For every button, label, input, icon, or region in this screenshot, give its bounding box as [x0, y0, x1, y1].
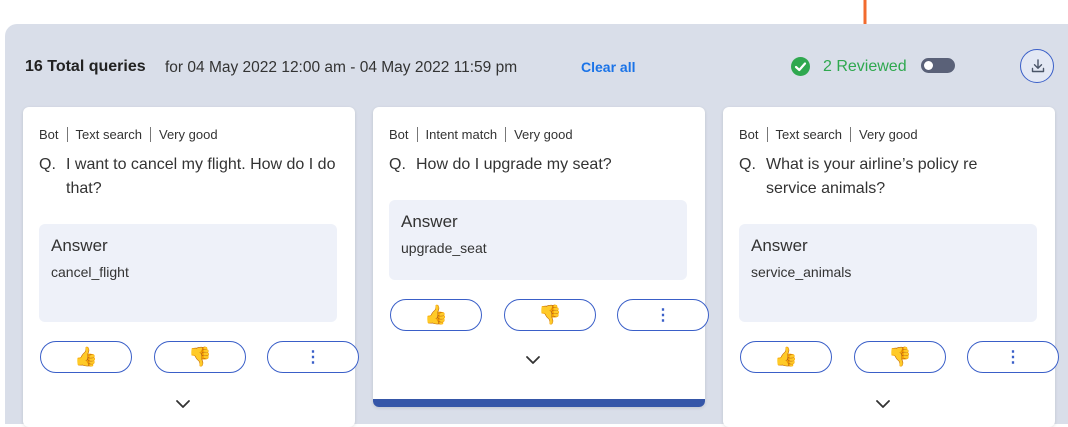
thumbs-down-button[interactable]: 👎: [854, 341, 946, 373]
rating-tag: Very good: [159, 127, 218, 142]
more-options-button[interactable]: ⋮: [967, 341, 1059, 373]
divider: [66, 127, 68, 142]
divider: [505, 127, 507, 142]
card-meta: Bot Text search Very good: [739, 127, 918, 142]
divider: [850, 127, 851, 142]
card-meta: Bot Text search Very good: [39, 127, 218, 142]
divider: [150, 127, 151, 142]
reviewed-toggle[interactable]: [921, 58, 955, 73]
divider: [416, 127, 418, 142]
download-icon: [1031, 59, 1045, 73]
clear-all-link[interactable]: Clear all: [581, 59, 635, 75]
answer-value: upgrade_seat: [401, 240, 487, 256]
match-tag: Intent match: [425, 127, 498, 142]
date-range: for 04 May 2022 12:00 am - 04 May 2022 1…: [165, 59, 518, 76]
more-options-button[interactable]: ⋮: [267, 341, 359, 373]
question-prefix: Q.: [39, 156, 56, 173]
question-text: I want to cancel my flight. How do I do …: [66, 156, 336, 197]
source-tag: Bot: [39, 127, 59, 142]
toggle-knob: [924, 61, 933, 70]
question-prefix: Q.: [389, 156, 406, 173]
question-prefix: Q.: [739, 156, 756, 173]
download-button[interactable]: [1020, 49, 1054, 83]
question: Q. How do I upgrade my seat?: [389, 153, 689, 177]
total-queries: 16 Total queries: [25, 58, 146, 75]
thumbs-up-button[interactable]: 👍: [740, 341, 832, 373]
answer-title: Answer: [401, 212, 458, 231]
card-meta: Bot Intent match Very good: [389, 127, 573, 142]
match-tag: Text search: [75, 127, 142, 142]
answer-box: Answer cancel_flight: [39, 224, 337, 322]
thumbs-down-button[interactable]: 👎: [504, 299, 596, 331]
panel-header: 16 Total queries for 04 May 2022 12:00 a…: [5, 24, 1068, 108]
rating-tag: Very good: [514, 127, 573, 142]
question-text: What is your airline’s policy re service…: [766, 156, 978, 197]
match-tag: Text search: [775, 127, 842, 142]
source-tag: Bot: [389, 127, 409, 142]
reviewed-count: 2 Reviewed: [823, 58, 907, 75]
thumbs-down-button[interactable]: 👎: [154, 341, 246, 373]
query-card[interactable]: Bot Text search Very good Q. What is your …: [723, 107, 1059, 427]
thumbs-up-icon: 👍: [74, 347, 98, 368]
query-card[interactable]: Bot Text search Very good Q. I want to can…: [23, 107, 359, 427]
more-vertical-icon: ⋮: [655, 307, 671, 324]
question: Q. I want to cancel my flight. How do I …: [39, 153, 339, 201]
selected-indicator-bar: [373, 399, 705, 407]
answer-value: service_animals: [751, 264, 852, 280]
thumbs-down-icon: 👎: [888, 347, 912, 368]
answer-box: Answer service_animals: [739, 224, 1037, 322]
answer-title: Answer: [751, 236, 808, 255]
more-vertical-icon: ⋮: [305, 349, 321, 366]
chevron-down-icon[interactable]: [175, 399, 191, 409]
answer-value: cancel_flight: [51, 264, 129, 280]
queries-panel: 16 Total queries for 04 May 2022 12:00 a…: [5, 24, 1068, 427]
chevron-down-icon[interactable]: [875, 399, 891, 409]
answer-box: Answer upgrade_seat: [389, 200, 687, 280]
answer-title: Answer: [51, 236, 108, 255]
question-text: How do I upgrade my seat?: [416, 156, 612, 173]
source-tag: Bot: [739, 127, 759, 142]
rating-tag: Very good: [859, 127, 918, 142]
divider: [766, 127, 768, 142]
chevron-down-icon[interactable]: [525, 355, 541, 365]
more-options-button[interactable]: ⋮: [617, 299, 709, 331]
thumbs-up-icon: 👍: [774, 347, 798, 368]
thumbs-up-icon: 👍: [424, 305, 448, 326]
thumbs-up-button[interactable]: 👍: [40, 341, 132, 373]
thumbs-up-button[interactable]: 👍: [390, 299, 482, 331]
check-circle-icon: [791, 57, 810, 76]
query-card-selected[interactable]: Bot Intent match Very good Q. How do I upg…: [373, 107, 709, 407]
thumbs-down-icon: 👎: [188, 347, 212, 368]
more-vertical-icon: ⋮: [1005, 349, 1021, 366]
thumbs-down-icon: 👎: [538, 305, 562, 326]
question: Q. What is your airline’s policy re serv…: [739, 153, 1009, 201]
